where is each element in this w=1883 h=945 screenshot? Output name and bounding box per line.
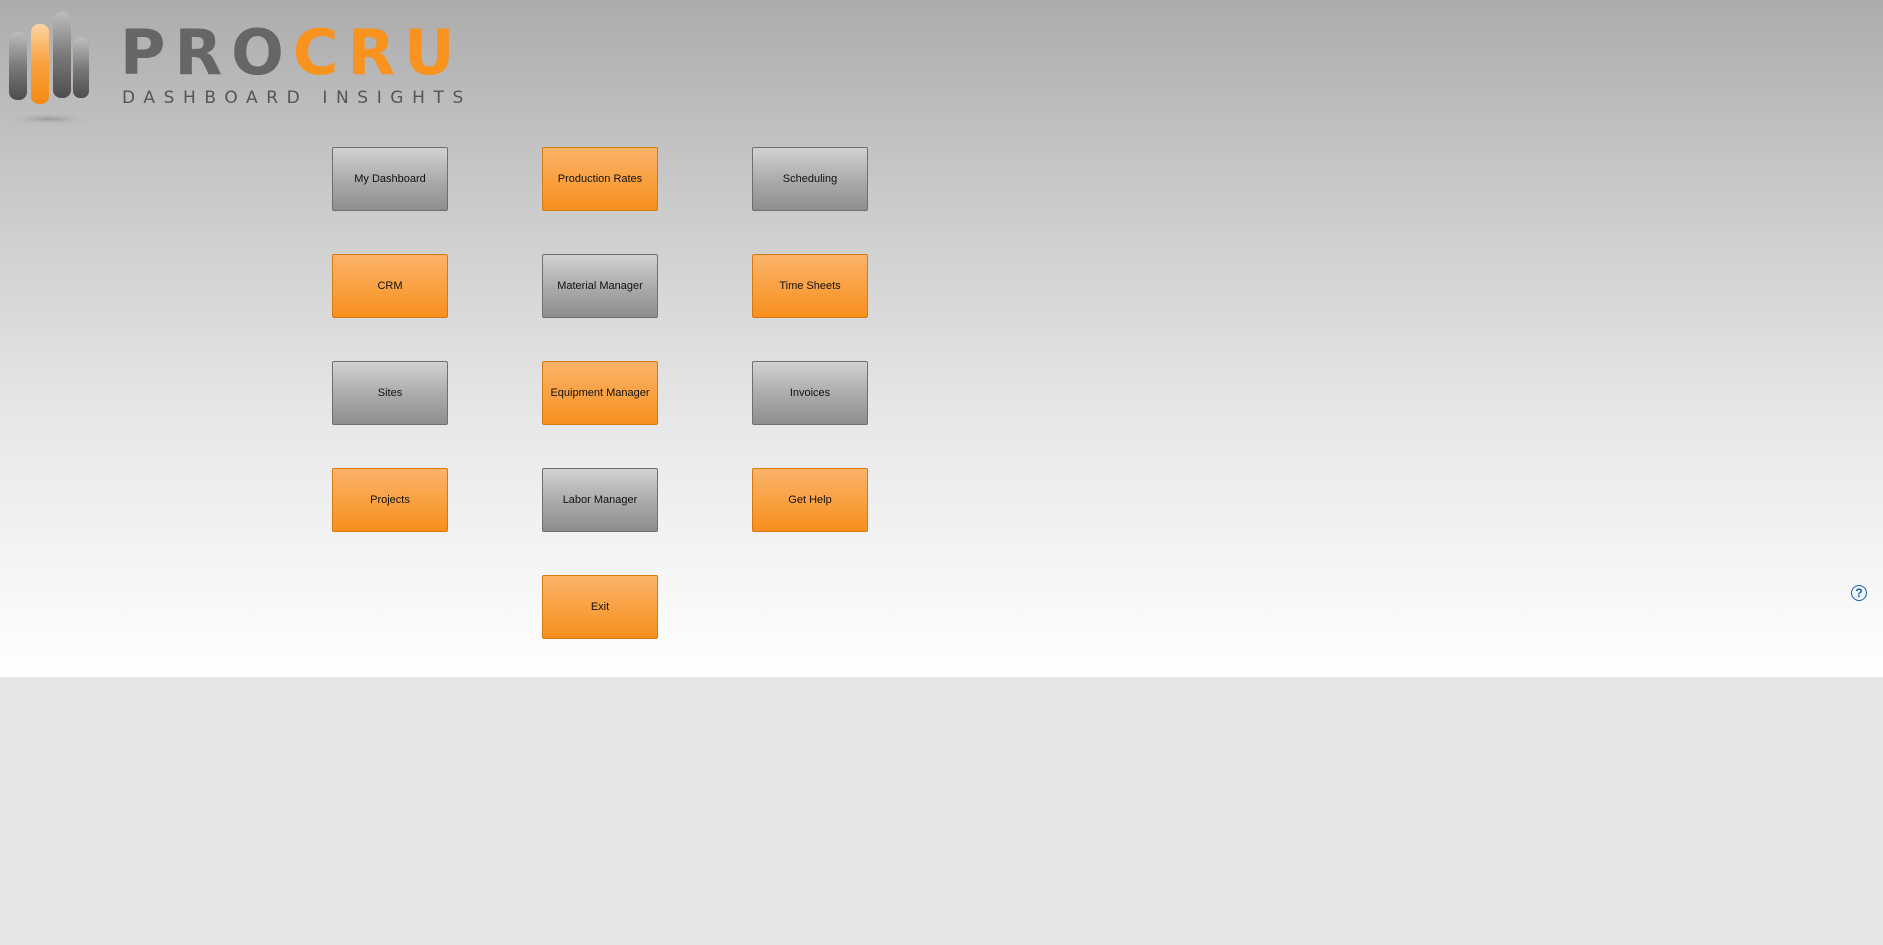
logo-word-pro: PRO [120, 16, 293, 89]
crm-button[interactable]: CRM [332, 254, 448, 318]
time-sheets-button[interactable]: Time Sheets [752, 254, 868, 318]
production-rates-button[interactable]: Production Rates [542, 147, 658, 211]
help-icon[interactable]: ? [1851, 585, 1867, 601]
logo-tagline: DASHBOARD INSIGHTS [122, 88, 472, 108]
dashboard-panel: PROCRU DASHBOARD INSIGHTS My Dashboard P… [0, 0, 1883, 677]
material-manager-button[interactable]: Material Manager [542, 254, 658, 318]
get-help-button[interactable]: Get Help [752, 468, 868, 532]
invoices-button[interactable]: Invoices [752, 361, 868, 425]
bar-chart-logo-icon [5, 12, 93, 125]
labor-manager-button[interactable]: Labor Manager [542, 468, 658, 532]
exit-button[interactable]: Exit [542, 575, 658, 639]
scheduling-button[interactable]: Scheduling [752, 147, 868, 211]
equipment-manager-button[interactable]: Equipment Manager [542, 361, 658, 425]
my-dashboard-button[interactable]: My Dashboard [332, 147, 448, 211]
logo-word-cru: CRU [292, 16, 464, 89]
logo-wordmark: PROCRU [120, 22, 463, 84]
projects-button[interactable]: Projects [332, 468, 448, 532]
procru-logo: PROCRU DASHBOARD INSIGHTS [0, 0, 500, 130]
sites-button[interactable]: Sites [332, 361, 448, 425]
empty-background-area [0, 677, 1883, 945]
